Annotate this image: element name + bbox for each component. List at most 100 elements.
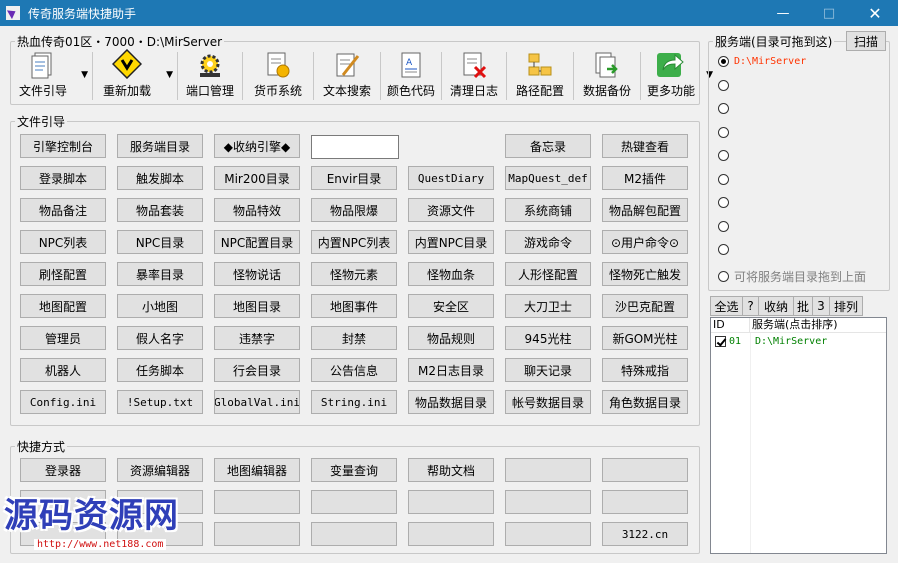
file-button[interactable]: 内置NPC列表 [311, 230, 397, 254]
toolbar-clean-log-button[interactable]: 清理日志 [444, 50, 504, 102]
file-button[interactable]: ◆收纳引擎◆ [214, 134, 300, 158]
file-button[interactable]: NPC目录 [117, 230, 203, 254]
radio-circle[interactable] [718, 79, 729, 91]
file-button[interactable]: 物品数据目录 [408, 390, 494, 414]
file-button[interactable]: 帐号数据目录 [505, 390, 591, 414]
toolbar-reload-warning-button[interactable]: 重新加载 ▼ [95, 49, 175, 102]
file-button[interactable]: 人形怪配置 [505, 262, 591, 286]
file-button[interactable]: 怪物死亡触发 [602, 262, 688, 286]
list-toolbar-button[interactable]: 排列 [829, 296, 863, 316]
file-button[interactable]: 行会目录 [214, 358, 300, 382]
shortcut-button[interactable]: 3122.cn [602, 522, 688, 546]
server-list-row[interactable]: 01 D:\MirServer [711, 333, 886, 349]
file-button[interactable]: 公告信息 [311, 358, 397, 382]
toolbar-color-code-button[interactable]: A 颜色代码 [383, 50, 439, 102]
file-button[interactable]: 怪物血条 [408, 262, 494, 286]
file-button[interactable]: 管理员 [20, 326, 106, 350]
empty-shortcut-slot[interactable] [505, 458, 591, 482]
file-button[interactable]: 资源文件 [408, 198, 494, 222]
file-button[interactable]: 触发脚本 [117, 166, 203, 190]
file-button[interactable]: M2日志目录 [408, 358, 494, 382]
file-button[interactable]: 刷怪配置 [20, 262, 106, 286]
file-button[interactable]: 安全区 [408, 294, 494, 318]
file-button[interactable]: 物品限爆 [311, 198, 397, 222]
empty-shortcut-slot[interactable] [214, 522, 300, 546]
file-button[interactable]: Mir200目录 [214, 166, 300, 190]
list-toolbar-button[interactable]: 3 [812, 296, 830, 316]
file-button[interactable]: 游戏命令 [505, 230, 591, 254]
server-slot-radio[interactable]: 可将服务端目录拖到上面 [718, 268, 866, 285]
radio-circle[interactable] [718, 197, 729, 208]
file-button[interactable]: 地图目录 [214, 294, 300, 318]
list-toolbar-button[interactable]: ? [742, 296, 759, 316]
radio-circle[interactable] [718, 56, 729, 67]
file-button[interactable]: 945光柱 [505, 326, 591, 350]
shortcut-button[interactable]: 资源编辑器 [117, 458, 203, 482]
file-button[interactable]: 物品备注 [20, 198, 106, 222]
radio-circle[interactable] [718, 270, 729, 282]
file-button[interactable]: 物品解包配置 [602, 198, 688, 222]
toolbar-text-search-button[interactable]: 文本搜索 [316, 50, 378, 102]
dropdown-arrow-icon[interactable]: ▼ [81, 70, 88, 80]
row-checkbox[interactable] [715, 335, 726, 347]
file-button[interactable]: 封禁 [311, 326, 397, 350]
empty-shortcut-slot[interactable] [408, 490, 494, 514]
list-toolbar-button[interactable]: 收纳 [758, 296, 794, 316]
list-toolbar-button[interactable]: 批 [793, 296, 813, 316]
minimize-button[interactable]: — [760, 0, 806, 26]
toolbar-currency-doc-button[interactable]: 货币系统 [245, 50, 311, 102]
file-button[interactable]: 新GOM光柱 [602, 326, 688, 350]
file-button[interactable]: NPC列表 [20, 230, 106, 254]
toolbar-more-share-button[interactable]: 更多功能 ▼ [643, 50, 715, 102]
file-button[interactable]: QuestDiary [408, 166, 494, 190]
file-button[interactable]: 热键查看 [602, 134, 688, 158]
server-slot-radio[interactable] [718, 79, 734, 91]
scan-button[interactable]: 扫描 [846, 31, 886, 51]
shortcut-button[interactable]: 地图编辑器 [214, 458, 300, 482]
empty-shortcut-slot[interactable] [602, 458, 688, 482]
server-slot-radio[interactable] [718, 150, 734, 161]
file-button[interactable]: !Setup.txt [117, 390, 203, 414]
close-button[interactable]: ✕ [852, 0, 898, 26]
empty-shortcut-slot[interactable] [311, 522, 397, 546]
empty-shortcut-slot[interactable] [311, 490, 397, 514]
radio-circle[interactable] [718, 126, 729, 138]
dropdown-arrow-icon[interactable]: ▼ [166, 70, 173, 80]
shortcut-button[interactable]: 帮助文档 [408, 458, 494, 482]
file-button[interactable]: 备忘录 [505, 134, 591, 158]
maximize-button[interactable]: □ [806, 0, 852, 26]
file-button[interactable]: 怪物说话 [214, 262, 300, 286]
file-button[interactable]: ⊙用户命令⊙ [602, 230, 688, 254]
server-slot-radio[interactable]: D:\MirServer [718, 56, 806, 67]
server-slot-radio[interactable] [718, 197, 734, 208]
file-button[interactable]: GlobalVal.ini [214, 390, 300, 414]
title-bar[interactable]: 传奇服务端快捷助手 — □ ✕ [0, 0, 898, 26]
file-button[interactable]: NPC配置目录 [214, 230, 300, 254]
server-slot-radio[interactable] [718, 126, 734, 138]
file-button[interactable]: 小地图 [117, 294, 203, 318]
file-button[interactable]: 地图配置 [20, 294, 106, 318]
toolbar-file-guide-button[interactable]: 文件引导 ▼ [12, 50, 90, 102]
empty-shortcut-slot[interactable] [505, 490, 591, 514]
column-header-server[interactable]: 服务端(点击排序) [750, 318, 886, 332]
file-button[interactable]: 登录脚本 [20, 166, 106, 190]
file-button[interactable]: 物品特效 [214, 198, 300, 222]
column-header-id[interactable]: ID [711, 318, 750, 332]
file-button[interactable]: Config.ini [20, 390, 106, 414]
file-button[interactable]: 系统商铺 [505, 198, 591, 222]
shortcut-button[interactable]: 登录器 [20, 458, 106, 482]
shortcut-button[interactable]: 变量查询 [311, 458, 397, 482]
file-button[interactable]: 物品套装 [117, 198, 203, 222]
empty-shortcut-slot[interactable] [408, 522, 494, 546]
quick-path-input[interactable] [311, 135, 399, 159]
toolbar-data-backup-button[interactable]: 数据备份 [576, 50, 638, 102]
empty-shortcut-slot[interactable] [505, 522, 591, 546]
list-toolbar-button[interactable]: 全选 [710, 296, 743, 316]
file-button[interactable]: String.ini [311, 390, 397, 414]
file-button[interactable]: 引擎控制台 [20, 134, 106, 158]
file-button[interactable]: 假人名字 [117, 326, 203, 350]
empty-shortcut-slot[interactable] [602, 490, 688, 514]
server-list[interactable]: ID 服务端(点击排序) 01 D:\MirServer [710, 317, 887, 554]
file-button[interactable]: 沙巴克配置 [602, 294, 688, 318]
radio-circle[interactable] [718, 103, 729, 114]
